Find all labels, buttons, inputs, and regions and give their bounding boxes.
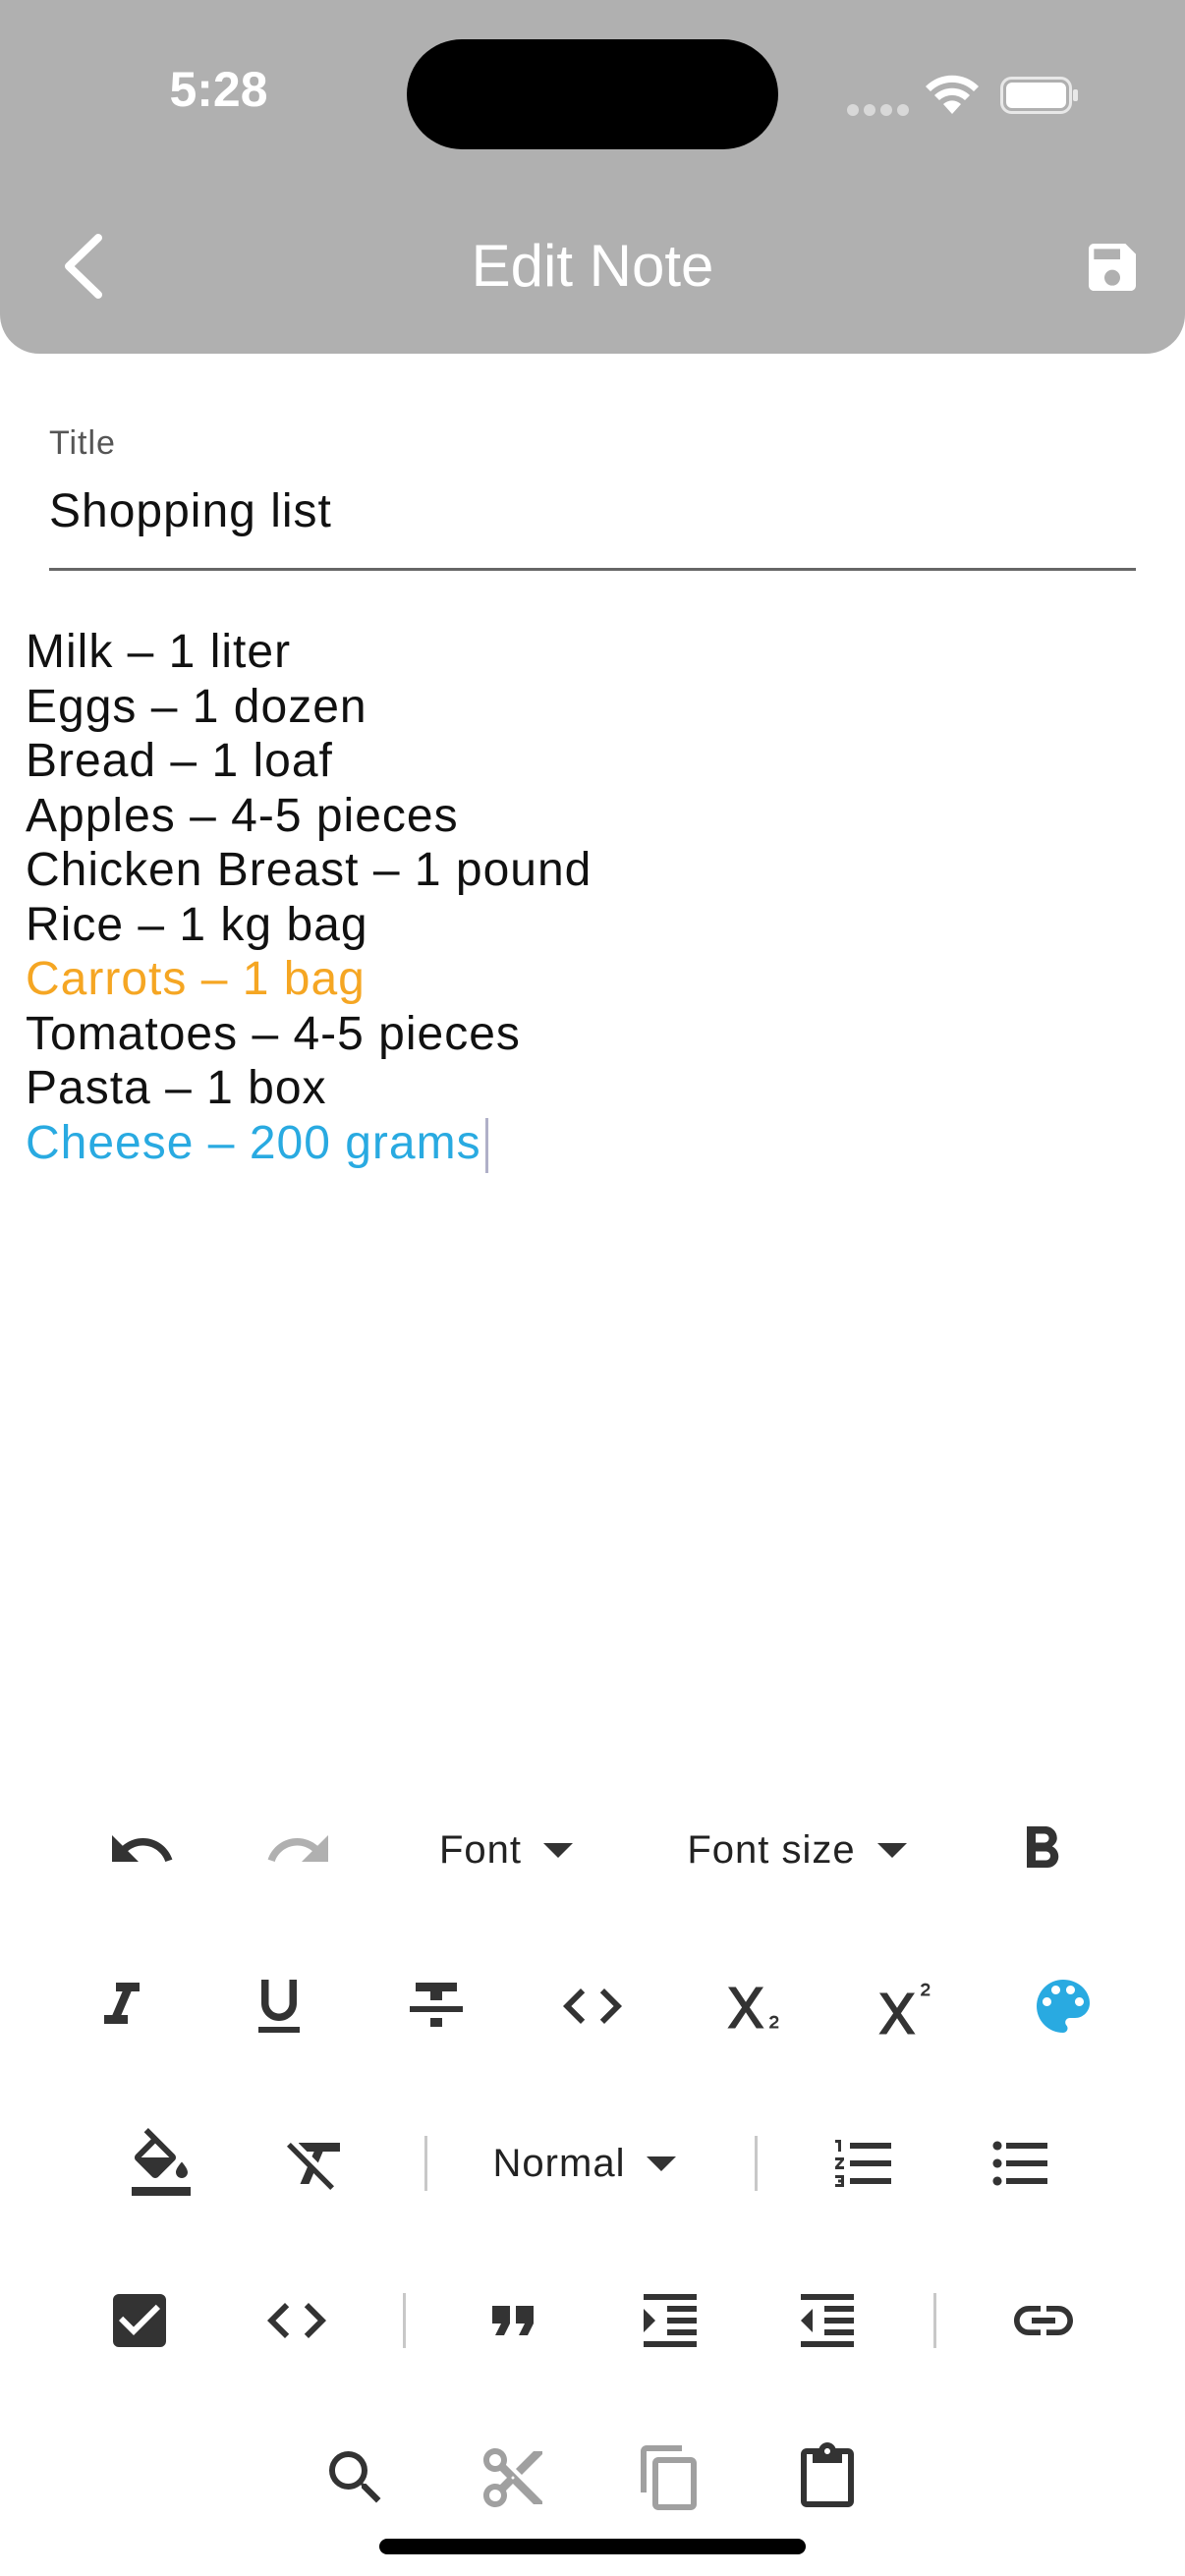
checkbox-icon [113, 2294, 166, 2347]
note-line: Pasta – 1 box [26, 1062, 327, 1114]
subscript-icon [727, 1987, 779, 2029]
cellular-signal-icon [847, 104, 910, 116]
superscript-button[interactable] [871, 1971, 941, 2042]
superscript-icon [878, 1983, 931, 2035]
code-block-icon [267, 2303, 326, 2338]
toolbar-divider [933, 2293, 936, 2348]
wifi-icon [926, 75, 979, 114]
note-body-editor[interactable]: Milk – 1 liter Eggs – 1 dozen Bread – 1 … [26, 625, 1156, 1173]
checkbox-list-button[interactable] [104, 2285, 175, 2356]
bold-icon [1027, 1826, 1059, 1868]
fill-color-icon [132, 2128, 191, 2196]
link-button[interactable] [1008, 2285, 1079, 2356]
font-size-dropdown-caret-icon [876, 1842, 907, 1858]
text-cursor [484, 1117, 488, 1173]
note-line: Apples – 4-5 pieces [26, 789, 459, 842]
page-title: Edit Note [471, 233, 714, 299]
background-color-button[interactable] [126, 2128, 197, 2199]
paste-icon [801, 2442, 854, 2507]
numbered-list-icon [835, 2140, 891, 2187]
note-line: Rice – 1 kg bag [26, 898, 368, 951]
inline-code-icon [563, 1988, 622, 2024]
title-field-label: Title [49, 424, 116, 462]
font-size-dropdown[interactable]: Font size [674, 1815, 920, 1885]
header-style-label: Normal [492, 2141, 626, 2185]
italic-icon [104, 1983, 140, 2024]
toolbar-divider [403, 2293, 406, 2348]
battery-icon [1000, 77, 1078, 114]
edit-note-screen: 5:28 Edit Note Title Shopping list Milk … [0, 0, 1185, 2576]
copy-button[interactable] [635, 2442, 705, 2513]
indent-increase-button[interactable] [635, 2285, 705, 2356]
note-line-text: Cheese – 200 grams [26, 1116, 481, 1169]
strikethrough-button[interactable] [401, 1971, 472, 2042]
link-icon [1014, 2306, 1073, 2335]
back-button[interactable] [55, 232, 114, 301]
bullet-list-icon [992, 2141, 1047, 2186]
underline-button[interactable] [244, 1971, 314, 2042]
code-block-button[interactable] [261, 2285, 332, 2356]
cut-icon [483, 2448, 542, 2507]
cut-button[interactable] [478, 2442, 548, 2513]
quote-button[interactable] [478, 2285, 548, 2356]
paste-button[interactable] [792, 2442, 863, 2513]
note-line: Eggs – 1 dozen [26, 680, 367, 733]
header-style-dropdown[interactable]: Normal [472, 2128, 698, 2199]
redo-icon [267, 1835, 328, 1862]
text-color-button[interactable] [1028, 1971, 1099, 2042]
search-icon [329, 2451, 381, 2503]
note-line: Milk – 1 liter [26, 626, 292, 678]
indent-increase-icon [644, 2294, 697, 2347]
font-dropdown-caret-icon [543, 1842, 574, 1858]
dynamic-island [407, 39, 778, 149]
home-indicator [379, 2539, 806, 2554]
note-line-last: Cheese – 200 grams [26, 1116, 1156, 1173]
palette-icon [1037, 1980, 1090, 2033]
indent-decrease-button[interactable] [792, 2285, 863, 2356]
italic-button[interactable] [86, 1971, 157, 2042]
status-time: 5:28 [169, 62, 268, 117]
app-header: 5:28 Edit Note [0, 0, 1185, 354]
note-line: Bread – 1 loaf [26, 735, 333, 787]
undo-icon [112, 1835, 173, 1862]
note-line: Chicken Breast – 1 pound [26, 844, 592, 896]
strikethrough-icon [410, 1983, 463, 2027]
note-line: Tomatoes – 4-5 pieces [26, 1007, 521, 1060]
redo-button[interactable] [263, 1815, 334, 1885]
font-dropdown-label: Font [438, 1827, 523, 1872]
font-dropdown[interactable]: Font [423, 1815, 590, 1885]
title-field-underline [49, 568, 1136, 571]
clear-format-icon [287, 2143, 340, 2190]
underline-icon [258, 1980, 300, 2033]
search-button[interactable] [320, 2442, 391, 2513]
numbered-list-button[interactable] [829, 2128, 900, 2199]
clear-format-button[interactable] [281, 2128, 352, 2199]
copy-icon [641, 2445, 697, 2510]
toolbar-divider [755, 2136, 758, 2191]
indent-decrease-icon [801, 2294, 854, 2347]
save-button[interactable] [1081, 236, 1144, 299]
font-size-dropdown-label: Font size [687, 1827, 856, 1872]
subscript-button[interactable] [719, 1971, 790, 2042]
toolbar-divider [424, 2136, 427, 2191]
title-input[interactable] [49, 477, 1136, 544]
bullet-list-button[interactable] [986, 2128, 1056, 2199]
inline-code-button[interactable] [557, 1971, 628, 2042]
quote-icon [492, 2306, 534, 2335]
bold-button[interactable] [1006, 1815, 1077, 1885]
save-icon [1089, 244, 1136, 291]
undo-button[interactable] [106, 1815, 177, 1885]
note-line: Carrots – 1 bag [26, 953, 366, 1005]
back-arrow-icon [65, 234, 102, 299]
header-style-caret-icon [647, 2156, 677, 2171]
